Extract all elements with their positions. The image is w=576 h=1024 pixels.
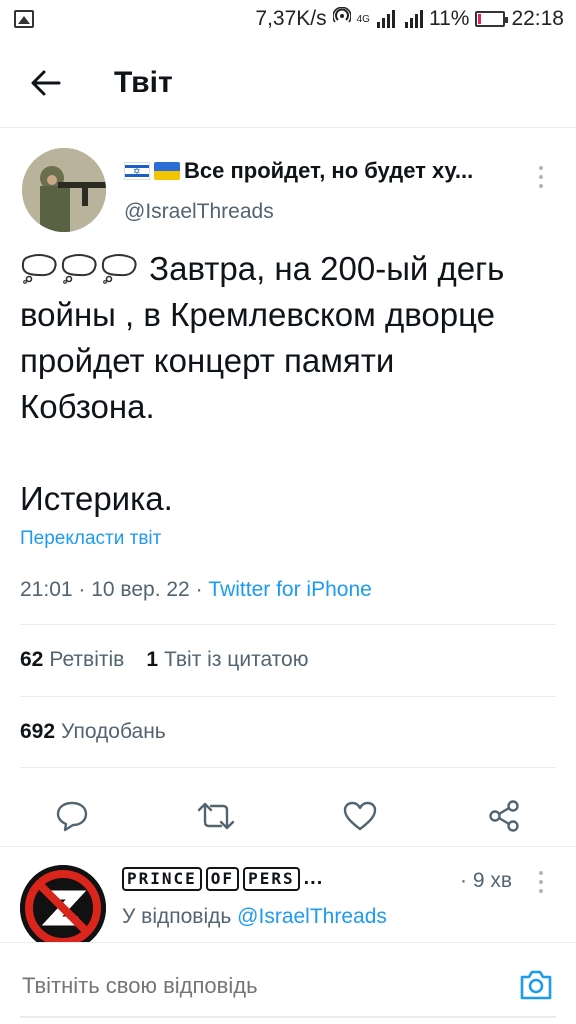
retweets-stat[interactable]: 62 Ретвітів xyxy=(20,648,124,672)
reply-name-word: PERS xyxy=(243,867,300,891)
composer-underline xyxy=(20,1016,556,1018)
tweet-date: 10 вер. 22 xyxy=(91,578,190,601)
tweet-text: Завтра, на 200-ый дегь войны , в Кремлев… xyxy=(20,246,560,522)
quotes-stat[interactable]: 1 Твіт із цитатою xyxy=(146,648,308,672)
tweet-time: 21:01 xyxy=(20,578,73,601)
divider xyxy=(20,696,556,697)
more-options-button[interactable] xyxy=(532,162,550,192)
share-icon xyxy=(489,800,519,832)
author-handle[interactable]: @IsraelThreads xyxy=(124,200,274,224)
like-button[interactable] xyxy=(340,796,380,836)
reply-time: · 9 хв xyxy=(460,869,512,892)
retweet-icon xyxy=(197,802,235,830)
network-type: 4G xyxy=(356,13,370,25)
reply-composer xyxy=(0,942,576,1024)
author-avatar[interactable] xyxy=(22,148,106,232)
top-app-bar: Твіт xyxy=(0,38,576,128)
thought-bubble-icon xyxy=(61,254,97,284)
camera-icon xyxy=(520,970,552,1000)
reply-more-options-button[interactable] xyxy=(532,867,550,897)
divider xyxy=(20,624,556,625)
author-row: ✡ Все пройдет, но будет ху... @IsraelThr… xyxy=(0,128,576,236)
more-vertical-icon xyxy=(539,166,543,170)
thought-bubble-icon xyxy=(21,254,57,284)
author-display-name: Все пройдет, но будет ху... xyxy=(184,158,474,183)
reply-tweet[interactable]: PRINCE OF PERS ... · 9 хв У відповідь @I… xyxy=(0,846,576,942)
retweets-count: 62 xyxy=(20,648,44,671)
arrow-left-icon xyxy=(31,70,61,95)
reply-author-name[interactable]: PRINCE OF PERS ... xyxy=(122,867,323,891)
retweet-stats: 62 Ретвітів 1 Твіт із цитатою xyxy=(20,648,308,672)
reply-avatar[interactable] xyxy=(20,865,106,942)
network-speed: 7,37K/s xyxy=(255,7,327,30)
reply-name-ellipsis: ... xyxy=(303,867,324,889)
retweets-label: Ретвітів xyxy=(49,648,125,671)
reply-context: У відповідь @IsraelThreads xyxy=(122,905,387,929)
signal-2-icon xyxy=(404,10,423,28)
quotes-label: Твіт із цитатою xyxy=(164,648,309,671)
tweet-source-link[interactable]: Twitter for iPhone xyxy=(208,578,371,601)
comment-icon xyxy=(56,801,88,832)
reply-name-word: PRINCE xyxy=(122,867,202,891)
page-title: Твіт xyxy=(114,65,173,99)
status-bar: 7,37K/s 4G 11% 22:18 xyxy=(0,0,576,38)
camera-button[interactable] xyxy=(518,967,554,1003)
likes-count: 692 xyxy=(20,720,56,743)
thought-bubble-icon xyxy=(101,254,137,284)
back-button[interactable] xyxy=(24,61,68,105)
tweet-meta: 21:01 · 10 вер. 22 · Twitter for iPhone xyxy=(20,578,372,601)
tweet-text-tail: Истерика. xyxy=(20,480,173,517)
ukraine-flag-icon xyxy=(154,162,180,180)
hotspot-icon xyxy=(331,6,352,31)
reply-to-label: У відповідь xyxy=(122,905,232,928)
signal-icon xyxy=(376,10,395,28)
retweet-button[interactable] xyxy=(196,796,236,836)
battery-percent: 11% xyxy=(428,7,470,30)
likes-label: Уподобань xyxy=(61,720,166,743)
reply-input[interactable] xyxy=(22,973,482,999)
likes-stat[interactable]: 692 Уподобань xyxy=(20,720,166,744)
reply-button[interactable] xyxy=(52,796,92,836)
author-name[interactable]: ✡ Все пройдет, но будет ху... xyxy=(124,158,473,184)
divider xyxy=(20,767,556,768)
share-button[interactable] xyxy=(484,796,524,836)
gallery-notification-icon xyxy=(14,10,34,28)
quotes-count: 1 xyxy=(146,648,158,671)
heart-icon xyxy=(343,801,377,831)
clock: 22:18 xyxy=(511,7,564,30)
israel-flag-icon: ✡ xyxy=(124,162,150,180)
tweet: ✡ Все пройдет, но будет ху... @IsraelThr… xyxy=(0,128,576,832)
translate-tweet-link[interactable]: Перекласти твіт xyxy=(20,528,161,550)
reply-name-word: OF xyxy=(205,867,240,891)
more-vertical-icon xyxy=(539,871,543,875)
reply-to-mention[interactable]: @IsraelThreads xyxy=(237,905,387,928)
battery-icon xyxy=(475,11,509,27)
tweet-actions xyxy=(0,788,576,844)
